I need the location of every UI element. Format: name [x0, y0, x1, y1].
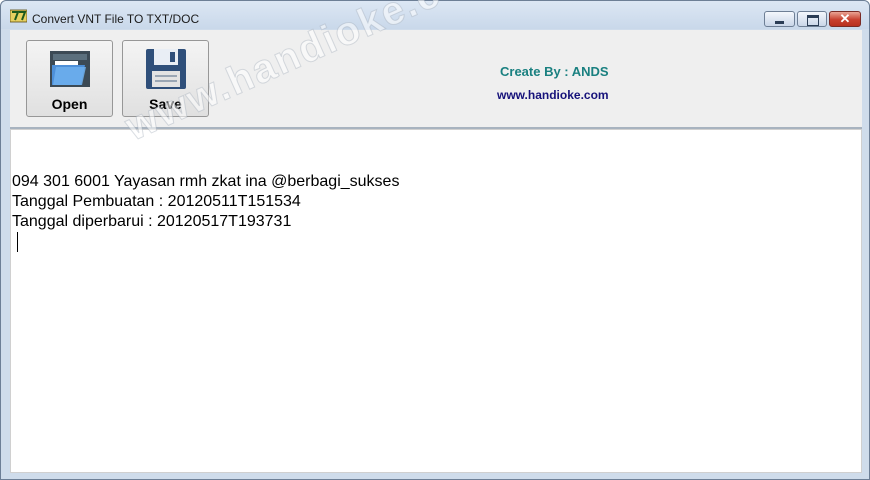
open-button[interactable]: Open	[26, 40, 113, 117]
floppy-disk-icon	[146, 49, 186, 89]
editor-line: Tanggal Pembuatan : 20120511T151534	[12, 193, 301, 210]
folder-open-icon	[50, 51, 90, 87]
website-link[interactable]: www.handioke.com	[497, 88, 609, 102]
maximize-button[interactable]	[797, 11, 827, 27]
maximize-icon	[807, 15, 819, 26]
save-button[interactable]: Save	[122, 40, 209, 117]
editor-line: 094 301 6001 Yayasan rmh zkat ina @berba…	[12, 173, 400, 190]
open-button-label: Open	[51, 96, 88, 112]
toolbar: Open Save Create By : ANDS www.handioke.…	[10, 30, 862, 127]
text-cursor	[17, 232, 18, 252]
save-button-label: Save	[149, 96, 182, 112]
text-editor[interactable]: 094 301 6001 Yayasan rmh zkat ina @berba…	[10, 129, 862, 473]
author-credit: Create By : ANDS	[500, 64, 609, 79]
app-window: Convert VNT File TO TXT/DOC ✕ Open Save …	[0, 0, 870, 480]
close-button[interactable]: ✕	[829, 11, 861, 27]
title-bar[interactable]: Convert VNT File TO TXT/DOC ✕	[1, 1, 869, 29]
minimize-button[interactable]	[764, 11, 795, 27]
app-logo-icon	[10, 9, 27, 23]
editor-line: Tanggal diperbarui : 20120517T193731	[12, 213, 292, 230]
window-title: Convert VNT File TO TXT/DOC	[32, 12, 200, 26]
close-icon: ✕	[839, 11, 851, 26]
minimize-icon	[775, 21, 784, 24]
